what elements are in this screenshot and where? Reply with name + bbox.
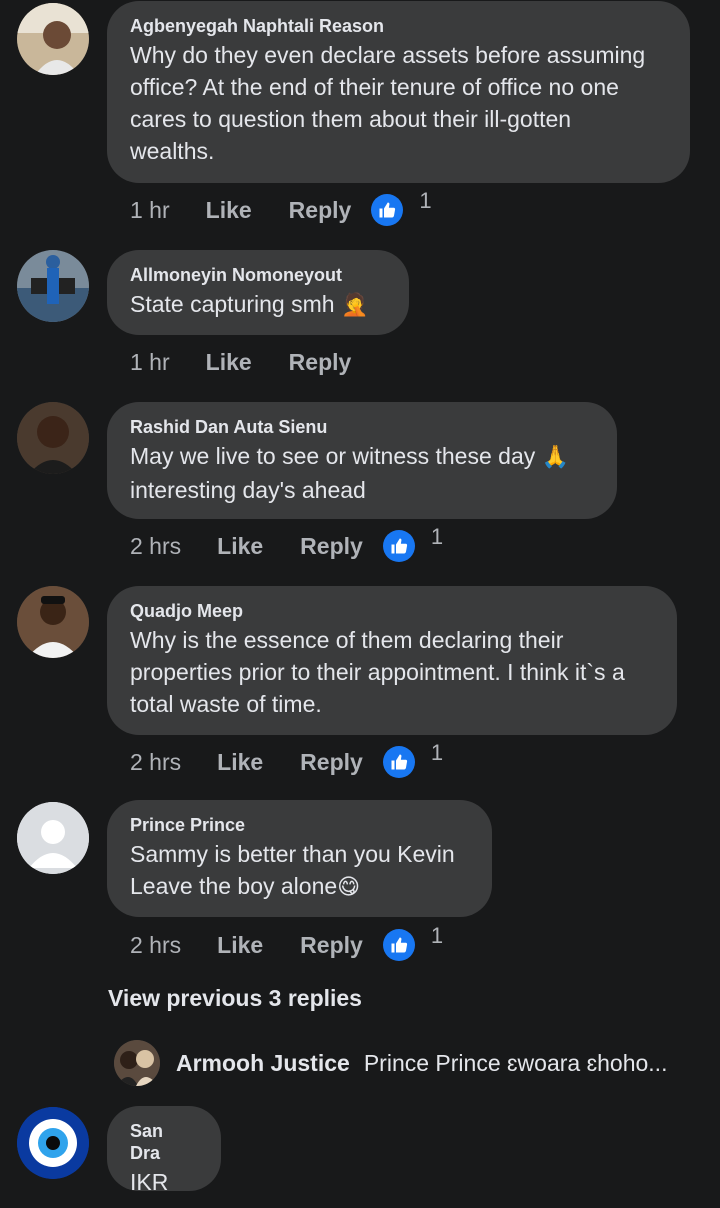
comment-actions: 2 hrs Like Reply 1 (130, 740, 443, 778)
reply-button[interactable]: Reply (289, 197, 352, 224)
reaction-count: 1 (419, 188, 432, 213)
commenter-name[interactable]: Rashid Dan Auta Sienu (130, 416, 593, 438)
comment-time[interactable]: 1 hr (130, 197, 170, 224)
avatar[interactable] (17, 3, 89, 75)
praying-hands-emoji-icon: 🙏 (541, 445, 570, 470)
comment-text-line: Sammy is better than you Kevin (130, 841, 455, 867)
avatar[interactable] (17, 402, 89, 474)
yum-emoji-icon: 😋 (337, 875, 361, 900)
reaction-count: 1 (430, 740, 444, 765)
commenter-name[interactable]: Prince Prince (130, 814, 468, 836)
comment-text-line: State capturing smh (130, 291, 335, 317)
comment-text-line: May we live to see or witness these day (130, 443, 536, 469)
reply-button[interactable]: Reply (289, 349, 352, 376)
reaction-summary[interactable]: 1 (382, 524, 443, 562)
facepalm-emoji-icon: 🤦 (340, 293, 369, 318)
like-button[interactable]: Like (217, 533, 263, 560)
reaction-count: 1 (430, 524, 444, 549)
like-button[interactable]: Like (206, 197, 252, 224)
reply-button[interactable]: Reply (300, 932, 363, 959)
comment-time[interactable]: 2 hrs (130, 749, 181, 776)
comment-bubble: Agbenyegah Naphtali Reason Why do they e… (107, 1, 690, 183)
comment-bubble: Rashid Dan Auta Sienu May we live to see… (107, 402, 617, 519)
comment-text: Why do they even declare assets before a… (130, 42, 646, 164)
reply-button[interactable]: Reply (300, 749, 363, 776)
reply-author-name[interactable]: Armooh Justice (176, 1050, 350, 1077)
comment-actions: 1 hr Like Reply 1 (130, 188, 432, 226)
reply-snippet: Prince Prince ɛwoara ɛhoho... (363, 1049, 668, 1076)
avatar[interactable] (17, 586, 89, 658)
comment-text: May we live to see or witness these day … (130, 440, 593, 506)
comment-text: Why is the essence of them declaring the… (130, 627, 625, 717)
commenter-name[interactable]: Agbenyegah Naphtali Reason (130, 15, 666, 37)
view-previous-replies-link[interactable]: View previous 3 replies (108, 985, 362, 1012)
comment-actions: 1 hr Like Reply (130, 347, 388, 377)
comment-actions: 2 hrs Like Reply 1 (130, 524, 443, 562)
reaction-summary[interactable]: 1 (382, 923, 443, 961)
comment-bubble: Quadjo Meep Why is the essence of them d… (107, 586, 677, 735)
thumbs-up-icon (382, 746, 415, 778)
reaction-summary[interactable]: 1 (371, 188, 432, 226)
avatar[interactable] (114, 1040, 160, 1086)
commenter-name[interactable]: San Dra (130, 1120, 197, 1164)
comment-actions: 2 hrs Like Reply 1 (130, 923, 443, 961)
comment-time[interactable]: 2 hrs (130, 932, 181, 959)
thumbs-up-icon (371, 194, 404, 226)
like-button[interactable]: Like (217, 749, 263, 776)
like-button[interactable]: Like (206, 349, 252, 376)
commenter-name[interactable]: Allmoneyin Nomoneyout (130, 264, 385, 286)
commenter-name[interactable]: Quadjo Meep (130, 600, 653, 622)
comment-text: IKR (130, 1169, 169, 1195)
comment-time[interactable]: 2 hrs (130, 533, 181, 560)
like-button[interactable]: Like (217, 932, 263, 959)
default-avatar-icon[interactable] (17, 802, 89, 874)
thumbs-up-icon (382, 530, 415, 562)
thumbs-up-icon (382, 929, 415, 961)
comment-text: Sammy is better than you Kevin Leave the … (130, 838, 468, 904)
reply-preview[interactable]: Armooh Justice Prince Prince ɛwoara ɛhoh… (114, 1040, 667, 1086)
comment-time[interactable]: 1 hr (130, 349, 170, 376)
reply-button[interactable]: Reply (300, 533, 363, 560)
comment-bubble: Allmoneyin Nomoneyout State capturing sm… (107, 250, 409, 335)
reaction-summary[interactable]: 1 (382, 740, 443, 778)
comment-text: State capturing smh 🤦 (130, 288, 385, 322)
comment-text-line: Leave the boy alone (130, 873, 338, 899)
comment-bubble: Prince Prince Sammy is better than you K… (107, 800, 492, 917)
comment-text-line: interesting day's ahead (130, 477, 366, 503)
comment-bubble: San Dra IKR (107, 1106, 221, 1195)
reaction-count: 1 (430, 923, 444, 948)
avatar[interactable] (17, 250, 89, 322)
evil-eye-avatar-icon[interactable] (17, 1107, 89, 1179)
